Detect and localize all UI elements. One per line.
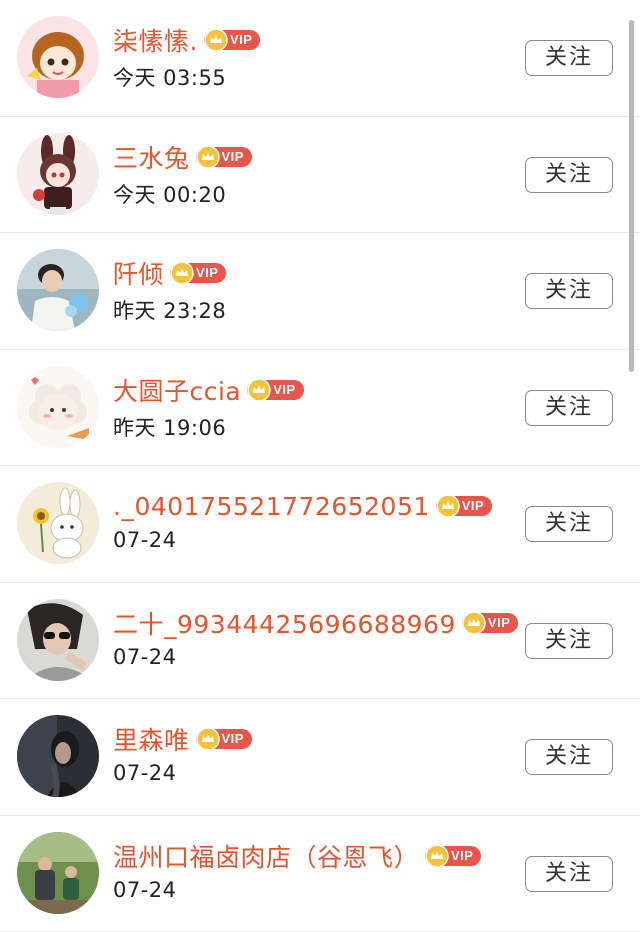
username[interactable]: 温州口福卤肉店（谷恩飞） (113, 838, 419, 874)
vip-badge: VIP (247, 378, 303, 402)
username[interactable]: 阡倾 (113, 255, 164, 291)
list-item[interactable]: 大圆子ccia VIP 昨天 19:06 关注 (0, 350, 640, 467)
username[interactable]: 柒愫愫. (113, 22, 198, 58)
visit-time: 07-24 (113, 878, 177, 902)
anime-girl-avatar-icon[interactable] (17, 16, 99, 98)
list-item[interactable]: 二十_99344425696688969 VIP 07-24 关注 (0, 583, 640, 700)
vip-badge: VIP (196, 145, 252, 169)
user-list: 柒愫愫. VIP 今天 03:55 关注 (0, 0, 640, 932)
crown-icon (196, 727, 220, 751)
follow-button[interactable]: 关注 (525, 856, 613, 892)
follow-button[interactable]: 关注 (525, 623, 613, 659)
vip-badge: VIP (425, 844, 481, 868)
vip-badge: VIP (196, 727, 252, 751)
crown-icon (436, 494, 460, 518)
visit-time: 今天 03:55 (113, 62, 226, 92)
follow-button[interactable]: 关注 (525, 40, 613, 76)
crown-icon (204, 28, 228, 52)
list-item[interactable]: 三水兔 VIP 今天 00:20 关注 (0, 117, 640, 234)
vip-badge: VIP (170, 261, 226, 285)
username[interactable]: 二十_99344425696688969 (113, 605, 456, 641)
visit-time: 昨天 19:06 (113, 412, 226, 442)
crown-icon (170, 261, 194, 285)
list-item[interactable]: 柒愫愫. VIP 今天 03:55 关注 (0, 0, 640, 117)
boy-photo-avatar-icon[interactable] (17, 249, 99, 331)
username[interactable]: 大圆子ccia (113, 372, 241, 408)
list-item[interactable]: ._040175521772652051 VIP 07-24 关注 (0, 466, 640, 583)
dark-portrait-avatar-icon[interactable] (17, 715, 99, 797)
visit-time: 昨天 23:28 (113, 295, 226, 325)
visit-time: 07-24 (113, 761, 177, 785)
visit-time: 07-24 (113, 528, 177, 552)
vip-badge: VIP (462, 611, 518, 635)
username[interactable]: 里森唯 (113, 721, 190, 757)
vip-badge: VIP (204, 28, 260, 52)
outdoor-photo-avatar-icon[interactable] (17, 832, 99, 914)
crown-icon (425, 844, 449, 868)
list-item[interactable]: 温州口福卤肉店（谷恩飞） VIP 07-24 关注 (0, 816, 640, 932)
follow-button[interactable]: 关注 (525, 739, 613, 775)
follow-button[interactable]: 关注 (525, 273, 613, 309)
list-item[interactable]: 阡倾 VIP 昨天 23:28 关注 (0, 233, 640, 350)
sheep-avatar-icon[interactable] (17, 366, 99, 448)
rabbit-sunflower-avatar-icon[interactable] (17, 482, 99, 564)
crown-icon (247, 378, 271, 402)
visit-time: 今天 00:20 (113, 179, 226, 209)
crown-icon (462, 611, 486, 635)
follow-button[interactable]: 关注 (525, 157, 613, 193)
visit-time: 07-24 (113, 645, 177, 669)
bunny-girl-avatar-icon[interactable] (17, 133, 99, 215)
crown-icon (196, 145, 220, 169)
scrollbar[interactable] (629, 20, 634, 372)
username[interactable]: 三水兔 (113, 139, 190, 175)
sunglasses-girl-avatar-icon[interactable] (17, 599, 99, 681)
list-item[interactable]: 里森唯 VIP 07-24 关注 (0, 699, 640, 816)
vip-badge: VIP (436, 494, 492, 518)
follow-button[interactable]: 关注 (525, 506, 613, 542)
username[interactable]: ._040175521772652051 (113, 492, 430, 521)
follow-button[interactable]: 关注 (525, 390, 613, 426)
